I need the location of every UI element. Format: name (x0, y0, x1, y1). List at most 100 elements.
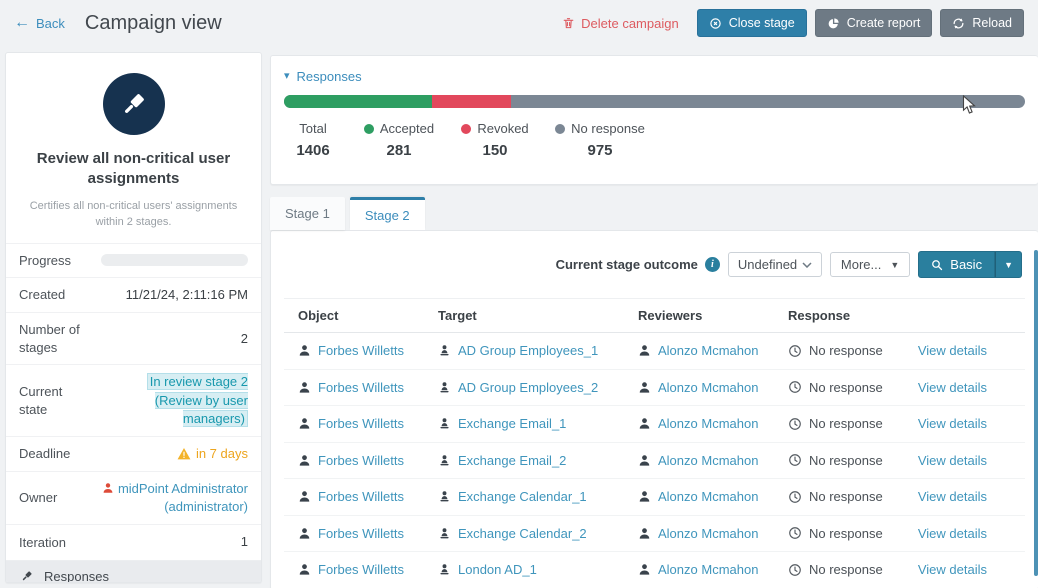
user-icon (638, 563, 651, 576)
object-link[interactable]: Forbes Willetts (318, 453, 404, 468)
header-actions: Delete campaign Close stage Create repor… (562, 9, 1024, 37)
table-row: Forbes Willetts AD Group Employees_1 Alo… (284, 333, 1025, 370)
response-value: No response (809, 562, 883, 577)
reviewer-link[interactable]: Alonzo Mcmahon (658, 416, 758, 431)
sidebar-nav: Responses Statistics (6, 560, 261, 583)
filter-row: Current stage outcome i Undefined More..… (271, 231, 1038, 288)
vertical-scrollbar-thumb[interactable] (1034, 250, 1038, 576)
responses-collapse-toggle[interactable]: ▾ Responses (271, 56, 1038, 95)
target-link[interactable]: Exchange Email_1 (458, 416, 566, 431)
reviewer-link[interactable]: Alonzo Mcmahon (658, 526, 758, 541)
table-row: Forbes Willetts AD Group Employees_2 Alo… (284, 370, 1025, 407)
stage-table-card: Current stage outcome i Undefined More..… (270, 230, 1038, 588)
detail-row-owner: Owner midPoint Administrator (administra… (6, 471, 261, 524)
object-link[interactable]: Forbes Willetts (318, 562, 404, 577)
target-link[interactable]: AD Group Employees_2 (458, 380, 598, 395)
response-value: No response (809, 526, 883, 541)
campaign-sidebar: Review all non-critical user assignments… (5, 52, 262, 583)
trash-icon (562, 16, 575, 30)
arrow-left-icon: ← (14, 15, 30, 31)
clock-icon (788, 417, 802, 431)
column-header-response: Response (774, 299, 914, 332)
target-link[interactable]: Exchange Email_2 (458, 453, 566, 468)
view-details-link[interactable]: View details (918, 343, 987, 358)
create-report-button[interactable]: Create report (815, 9, 933, 37)
sidebar-item-responses-label: Responses (44, 569, 109, 583)
view-details-link[interactable]: View details (918, 562, 987, 577)
reload-button[interactable]: Reload (940, 9, 1024, 37)
create-report-label: Create report (847, 15, 921, 31)
legend-item-accepted: Accepted 281 (356, 121, 442, 159)
basic-search-button[interactable]: Basic (918, 251, 995, 278)
current-stage-outcome-text: Current stage outcome (556, 257, 698, 272)
created-value: 11/21/24, 2:11:16 PM (101, 286, 248, 304)
clock-icon (788, 344, 802, 358)
reviewer-link[interactable]: Alonzo Mcmahon (658, 343, 758, 358)
response-value: No response (809, 343, 883, 358)
clock-icon (788, 526, 802, 540)
reviewer-link[interactable]: Alonzo Mcmahon (658, 380, 758, 395)
view-details-link[interactable]: View details (918, 489, 987, 504)
more-filters-button[interactable]: More... ▼ (830, 252, 910, 277)
back-button[interactable]: ← Back (14, 15, 65, 31)
info-icon[interactable]: i (705, 257, 720, 272)
current-state-label: Current state (19, 383, 93, 418)
reviewer-link[interactable]: Alonzo Mcmahon (658, 489, 758, 504)
target-link[interactable]: Exchange Calendar_1 (458, 489, 587, 504)
role-icon (438, 454, 451, 467)
object-link[interactable]: Forbes Willetts (318, 380, 404, 395)
target-link[interactable]: Exchange Calendar_2 (458, 526, 587, 541)
table-row: Forbes Willetts Exchange Calendar_1 Alon… (284, 479, 1025, 516)
accepted-label: Accepted (380, 121, 434, 136)
iteration-value: 1 (101, 533, 248, 551)
user-icon (298, 417, 311, 430)
outcome-select[interactable]: Undefined (728, 252, 822, 277)
owner-link[interactable]: midPoint Administrator (administrator) (101, 480, 248, 516)
tab-stage-1[interactable]: Stage 1 (270, 197, 345, 230)
deadline-label: Deadline (19, 445, 93, 463)
stages-value: 2 (101, 330, 248, 348)
column-header-actions (914, 307, 1025, 325)
delete-campaign-button[interactable]: Delete campaign (562, 16, 679, 31)
column-header-reviewers: Reviewers (624, 299, 774, 332)
table-row: Forbes Willetts Exchange Email_1 Alonzo … (284, 406, 1025, 443)
total-label: Total (299, 121, 326, 136)
caret-down-icon: ▼ (890, 260, 899, 270)
responses-summary-card: ▾ Responses Total 1406 Accepted 281 Revo… (270, 55, 1038, 185)
revoked-value: 150 (482, 142, 507, 159)
user-icon (298, 344, 311, 357)
current-state-link[interactable]: In review stage 2 (Review by user manage… (147, 373, 248, 426)
view-details-link[interactable]: View details (918, 380, 987, 395)
circle-x-icon (709, 17, 722, 30)
close-stage-label: Close stage (729, 15, 795, 31)
view-details-link[interactable]: View details (918, 416, 987, 431)
progress-label: Progress (19, 252, 93, 270)
campaign-details: Progress Created 11/21/24, 2:11:16 PM Nu… (6, 243, 261, 560)
object-link[interactable]: Forbes Willetts (318, 489, 404, 504)
no-response-label: No response (571, 121, 645, 136)
progress-bar (101, 254, 248, 266)
search-mode-dropdown-button[interactable]: ▼ (995, 251, 1022, 278)
object-link[interactable]: Forbes Willetts (318, 343, 404, 358)
table-row: Forbes Willetts Exchange Email_2 Alonzo … (284, 443, 1025, 480)
object-link[interactable]: Forbes Willetts (318, 416, 404, 431)
target-link[interactable]: AD Group Employees_1 (458, 343, 598, 358)
reviewer-link[interactable]: Alonzo Mcmahon (658, 453, 758, 468)
sidebar-item-responses[interactable]: Responses (6, 560, 261, 583)
view-details-link[interactable]: View details (918, 453, 987, 468)
responses-stacked-bar (284, 95, 1025, 108)
detail-row-current-state: Current state In review stage 2 (Review … (6, 364, 261, 436)
view-details-link[interactable]: View details (918, 526, 987, 541)
detail-row-created: Created 11/21/24, 2:11:16 PM (6, 277, 261, 312)
tab-stage-2[interactable]: Stage 2 (350, 197, 425, 230)
reviewer-link[interactable]: Alonzo Mcmahon (658, 562, 758, 577)
target-link[interactable]: London AD_1 (458, 562, 537, 577)
reload-label: Reload (972, 15, 1012, 31)
object-link[interactable]: Forbes Willetts (318, 526, 404, 541)
role-icon (438, 563, 451, 576)
revoked-dot-icon (461, 124, 471, 134)
close-stage-button[interactable]: Close stage (697, 9, 807, 37)
response-value: No response (809, 416, 883, 431)
bar-segment-revoked (432, 95, 511, 108)
user-icon (638, 344, 651, 357)
